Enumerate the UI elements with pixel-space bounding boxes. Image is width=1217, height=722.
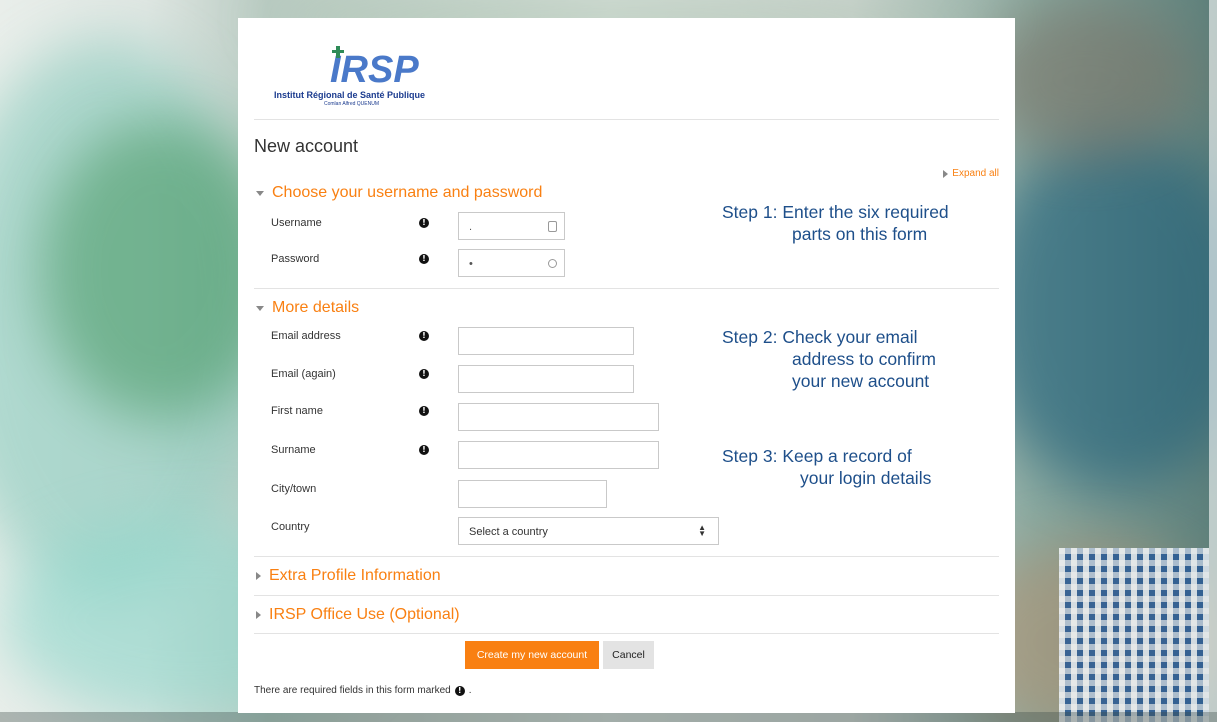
step1-annotation: Step 1: Enter the six required parts on … (722, 201, 949, 245)
step3-annotation: Step 3: Keep a record of your login deta… (722, 445, 931, 489)
required-icon: ! (419, 331, 429, 341)
step1-line2: parts on this form (792, 224, 928, 244)
logo-subtitle: Comlan Alfred QUENUM (324, 101, 380, 107)
city-label: City/town (271, 483, 317, 495)
divider (254, 119, 999, 120)
caret-right-icon (256, 611, 261, 619)
irsp-logo-mark: IRSP (330, 46, 419, 88)
password-label: Password (271, 253, 320, 265)
section-header-extra-profile[interactable]: Extra Profile Information (256, 567, 441, 585)
caret-down-icon (256, 190, 264, 196)
email-again-label: Email (again) (271, 368, 336, 380)
key-icon (548, 259, 557, 268)
username-label: Username (271, 217, 322, 229)
first-name-field[interactable] (458, 403, 659, 431)
step2-annotation: Step 2: Check your email address to conf… (722, 326, 936, 392)
id-card-icon (548, 221, 557, 232)
section-header-credentials[interactable]: Choose your username and password (256, 184, 542, 202)
required-icon: ! (419, 406, 429, 416)
caret-right-icon (256, 572, 261, 580)
step3-line1: Step 3: Keep a record of (722, 446, 912, 466)
required-icon: ! (419, 369, 429, 379)
divider (254, 633, 999, 634)
section-header-more-details[interactable]: More details (256, 299, 359, 317)
page-title: New account (254, 136, 359, 156)
country-select[interactable]: Select a country ▲ ▼ (458, 517, 719, 545)
section-title-credentials: Choose your username and password (272, 184, 543, 201)
section-title-more-details: More details (272, 299, 360, 316)
surname-field[interactable] (458, 441, 659, 469)
username-input[interactable]: . (458, 212, 565, 240)
svg-text:IRSP: IRSP (330, 49, 419, 88)
required-fields-note-text: There are required fields in this form m… (254, 685, 451, 696)
email-field[interactable] (458, 327, 634, 355)
password-input[interactable]: • (458, 249, 565, 277)
step1-line1: Step 1: Enter the six required (722, 202, 949, 222)
required-icon: ! (419, 445, 429, 455)
caret-right-icon (943, 169, 949, 178)
country-label: Country (271, 521, 310, 533)
required-icon: ! (419, 254, 429, 264)
surname-label: Surname (271, 444, 316, 456)
city-field[interactable] (458, 480, 607, 508)
first-name-label: First name (271, 405, 323, 417)
email-again-field[interactable] (458, 365, 634, 393)
password-value: • (469, 258, 473, 270)
required-icon: ! (419, 218, 429, 228)
required-fields-note: There are required fields in this form m… (254, 685, 472, 696)
divider (254, 556, 999, 557)
country-select-value: Select a country (469, 526, 548, 538)
required-fields-note-suffix: . (468, 685, 472, 696)
plaid-shirt-sleeve (1059, 548, 1209, 722)
step3-line2: your login details (800, 468, 932, 488)
username-value: . (469, 221, 473, 233)
section-title-extra-profile: Extra Profile Information (269, 567, 441, 584)
step2-line2: address to confirm (792, 349, 936, 369)
required-icon: ! (454, 685, 465, 696)
expand-all-link[interactable]: Expand all (943, 168, 999, 179)
email-label: Email address (271, 330, 341, 342)
divider (254, 288, 999, 289)
caret-down-icon (256, 305, 264, 311)
logo-institute-name: Institut Régional de Santé Publique (274, 90, 426, 100)
create-account-button[interactable]: Create my new account (465, 641, 599, 669)
step2-line3: your new account (792, 371, 930, 391)
expand-all-label: Expand all (952, 168, 999, 179)
step2-line1: Step 2: Check your email (722, 327, 918, 347)
section-header-office-use[interactable]: IRSP Office Use (Optional) (256, 606, 460, 624)
signup-form-card: IRSP Institut Régional de Santé Publique… (238, 18, 1015, 713)
select-arrows-icon: ▲ ▼ (698, 523, 706, 538)
irsp-logo[interactable]: IRSP Institut Régional de Santé Publique… (274, 46, 464, 107)
divider (254, 595, 999, 596)
cancel-button[interactable]: Cancel (603, 641, 654, 669)
section-title-office-use: IRSP Office Use (Optional) (269, 606, 460, 623)
